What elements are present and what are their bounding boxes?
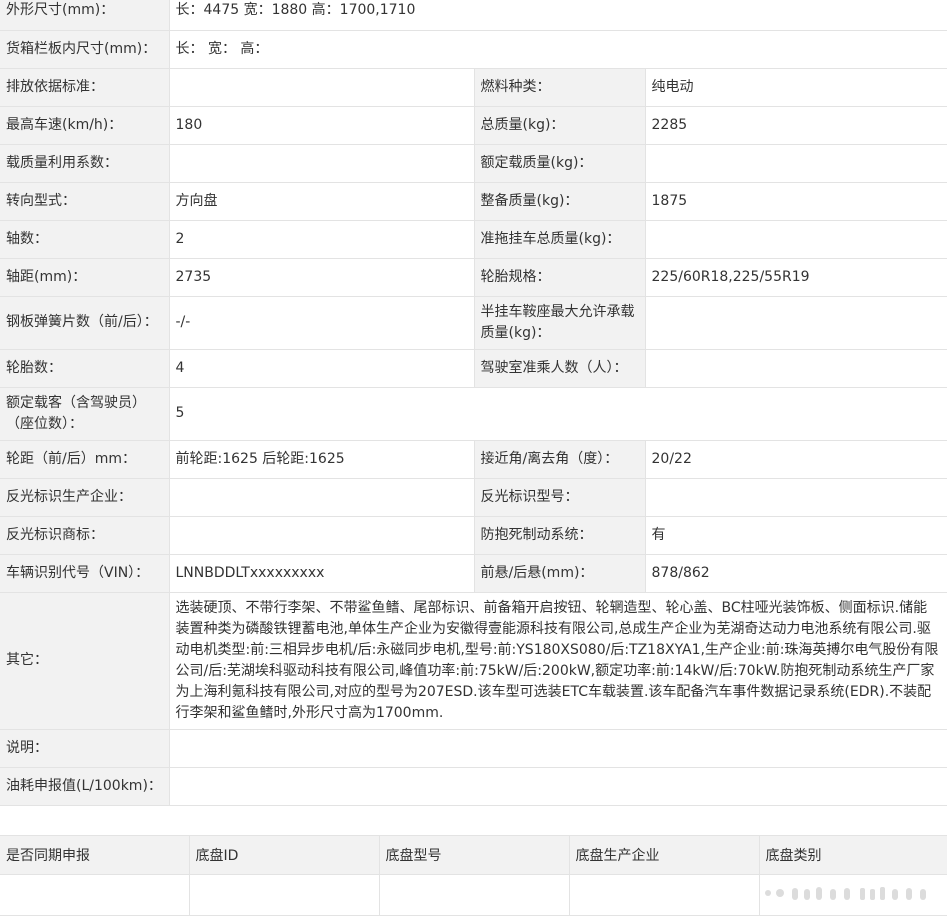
spec-row-passengers: 额定载客（含驾驶员）（座位数）： 5 bbox=[0, 387, 947, 441]
value-wheelbase: 2735 bbox=[169, 258, 475, 297]
label-dimensions: 外形尺寸(mm)： bbox=[0, 0, 170, 31]
spec-row-reflector-brand: 反光标识商标： 防抱死制动系统： 有 bbox=[0, 516, 947, 555]
label-tire-spec: 轮胎规格： bbox=[474, 258, 646, 297]
spec-row-wheelbase: 轴距(mm)： 2735 轮胎规格： 225/60R18,225/55R19 bbox=[0, 258, 947, 297]
value-load-factor bbox=[169, 144, 475, 183]
vehicle-spec-table: 外形尺寸(mm)： 长：4475 宽：1880 高：1700,1710 货箱栏板… bbox=[0, 0, 947, 806]
label-cargo-box: 货箱栏板内尺寸(mm)： bbox=[0, 30, 170, 69]
label-abs: 防抱死制动系统： bbox=[474, 516, 646, 555]
label-vin: 车辆识别代号（VIN）： bbox=[0, 554, 170, 593]
spec-row-vin: 车辆识别代号（VIN）： LNNBDDLTxxxxxxxxx 前悬/后悬(mm)… bbox=[0, 554, 947, 593]
spec-row-notes: 说明： bbox=[0, 729, 947, 768]
label-reflector-brand: 反光标识商标： bbox=[0, 516, 170, 555]
cell-same-period bbox=[0, 874, 190, 916]
label-saddle-load: 半挂车鞍座最大允许承载质量(kg)： bbox=[474, 296, 646, 350]
value-saddle-load bbox=[645, 296, 947, 350]
value-axle-count: 2 bbox=[169, 220, 475, 259]
label-cab-seats: 驾驶室准乘人数（人）： bbox=[474, 349, 646, 388]
value-reflector-brand bbox=[169, 516, 475, 555]
spec-row-fuel-consumption: 油耗申报值(L/100km)： bbox=[0, 767, 947, 806]
value-leaf-springs: -/- bbox=[169, 296, 475, 350]
spec-row-speed: 最高车速(km/h)： 180 总质量(kg)： 2285 bbox=[0, 106, 947, 145]
label-notes: 说明： bbox=[0, 729, 170, 768]
label-trailer-mass: 准拖挂车总质量(kg)： bbox=[474, 220, 646, 259]
spec-row-other: 其它： 选装硬顶、不带行李架、不带鲨鱼鳍、尾部标识、前备箱开启按钮、轮辋造型、轮… bbox=[0, 592, 947, 730]
label-approach-departure: 接近角/离去角（度）： bbox=[474, 440, 646, 479]
label-other: 其它： bbox=[0, 592, 170, 730]
value-track-width: 前轮距:1625 后轮距:1625 bbox=[169, 440, 475, 479]
label-reflector-maker: 反光标识生产企业： bbox=[0, 478, 170, 517]
label-wheelbase: 轴距(mm)： bbox=[0, 258, 170, 297]
value-curb-mass: 1875 bbox=[645, 182, 947, 221]
header-chassis-model: 底盘型号 bbox=[379, 835, 570, 875]
label-track-width: 轮距（前/后）mm： bbox=[0, 440, 170, 479]
value-abs: 有 bbox=[645, 516, 947, 555]
value-fuel-type: 纯电动 bbox=[645, 68, 947, 107]
value-cab-seats bbox=[645, 349, 947, 388]
label-rated-passengers: 额定载客（含驾驶员）（座位数）： bbox=[0, 387, 170, 441]
header-chassis-id: 底盘ID bbox=[189, 835, 380, 875]
label-curb-mass: 整备质量(kg)： bbox=[474, 182, 646, 221]
spec-row-dimensions: 外形尺寸(mm)： 长：4475 宽：1880 高：1700,1710 bbox=[0, 0, 947, 31]
spec-row-springs: 钢板弹簧片数（前/后）： -/- 半挂车鞍座最大允许承载质量(kg)： bbox=[0, 296, 947, 350]
header-same-period: 是否同期申报 bbox=[0, 835, 190, 875]
spec-row-steering: 转向型式： 方向盘 整备质量(kg)： 1875 bbox=[0, 182, 947, 221]
spec-row-emission: 排放依据标准： 燃料种类： 纯电动 bbox=[0, 68, 947, 107]
spec-row-track: 轮距（前/后）mm： 前轮距:1625 后轮距:1625 接近角/离去角（度）：… bbox=[0, 440, 947, 479]
value-vin: LNNBDDLTxxxxxxxxx bbox=[169, 554, 475, 593]
spec-row-reflector-maker: 反光标识生产企业： 反光标识型号： bbox=[0, 478, 947, 517]
value-other: 选装硬顶、不带行李架、不带鲨鱼鳍、尾部标识、前备箱开启按钮、轮辋造型、轮心盖、B… bbox=[169, 592, 947, 730]
label-overhang: 前悬/后悬(mm)： bbox=[474, 554, 646, 593]
value-rated-load bbox=[645, 144, 947, 183]
value-overhang: 878/862 bbox=[645, 554, 947, 593]
value-reflector-maker bbox=[169, 478, 475, 517]
value-max-speed: 180 bbox=[169, 106, 475, 145]
label-total-mass: 总质量(kg)： bbox=[474, 106, 646, 145]
value-tire-spec: 225/60R18,225/55R19 bbox=[645, 258, 947, 297]
value-trailer-mass bbox=[645, 220, 947, 259]
cell-chassis-maker bbox=[569, 874, 760, 916]
value-tire-count: 4 bbox=[169, 349, 475, 388]
value-approach-departure: 20/22 bbox=[645, 440, 947, 479]
chassis-header-row: 是否同期申报 底盘ID 底盘型号 底盘生产企业 底盘类别 bbox=[0, 835, 947, 875]
spec-row-axles: 轴数： 2 准拖挂车总质量(kg)： bbox=[0, 220, 947, 259]
label-leaf-springs: 钢板弹簧片数（前/后）： bbox=[0, 296, 170, 350]
value-reflector-model bbox=[645, 478, 947, 517]
label-fuel-consumption: 油耗申报值(L/100km)： bbox=[0, 767, 170, 806]
label-max-speed: 最高车速(km/h)： bbox=[0, 106, 170, 145]
value-fuel-consumption bbox=[169, 767, 947, 806]
header-chassis-category: 底盘类别 bbox=[759, 835, 947, 875]
value-steering: 方向盘 bbox=[169, 182, 475, 221]
label-reflector-model: 反光标识型号： bbox=[474, 478, 646, 517]
watermark-scribble bbox=[765, 887, 926, 900]
label-rated-load: 额定载质量(kg)： bbox=[474, 144, 646, 183]
header-chassis-maker: 底盘生产企业 bbox=[569, 835, 760, 875]
value-total-mass: 2285 bbox=[645, 106, 947, 145]
label-fuel-type: 燃料种类： bbox=[474, 68, 646, 107]
label-axle-count: 轴数： bbox=[0, 220, 170, 259]
value-dimensions: 长：4475 宽：1880 高：1700,1710 bbox=[169, 0, 947, 31]
value-notes bbox=[169, 729, 947, 768]
spec-row-load-factor: 载质量利用系数： 额定载质量(kg)： bbox=[0, 144, 947, 183]
label-load-factor: 载质量利用系数： bbox=[0, 144, 170, 183]
spec-row-tires: 轮胎数： 4 驾驶室准乘人数（人）： bbox=[0, 349, 947, 388]
cell-chassis-model bbox=[379, 874, 570, 916]
value-rated-passengers: 5 bbox=[169, 387, 947, 441]
value-cargo-box: 长： 宽： 高： bbox=[169, 30, 947, 69]
label-emission-standard: 排放依据标准： bbox=[0, 68, 170, 107]
label-tire-count: 轮胎数： bbox=[0, 349, 170, 388]
value-emission-standard bbox=[169, 68, 475, 107]
spec-row-cargo-box: 货箱栏板内尺寸(mm)： 长： 宽： 高： bbox=[0, 30, 947, 69]
cell-chassis-id bbox=[189, 874, 380, 916]
label-steering: 转向型式： bbox=[0, 182, 170, 221]
